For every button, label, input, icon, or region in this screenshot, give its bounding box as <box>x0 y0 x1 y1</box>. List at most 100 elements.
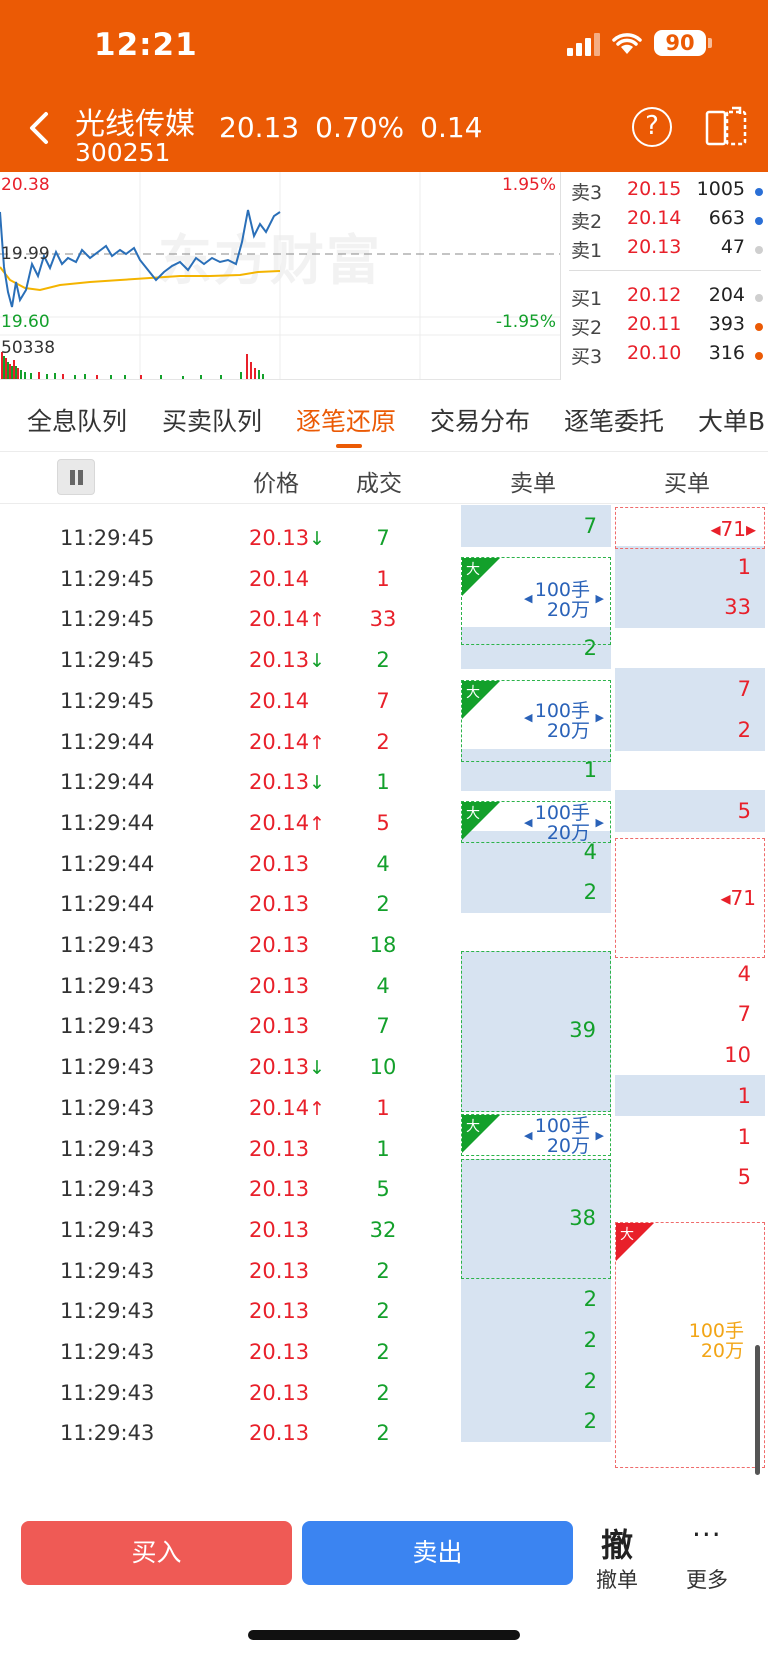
trade-volume: 1 <box>376 770 390 795</box>
trade-volume: 2 <box>376 1299 390 1324</box>
signal-icon <box>567 32 600 56</box>
sell-big-order-block[interactable]: 大 ◀ 100手 20万 ▶ <box>461 680 611 762</box>
tab-bar: 全息队列 买卖队列 逐笔还原 交易分布 逐笔委托 大单B <box>0 380 768 452</box>
active-tab-indicator <box>336 444 362 448</box>
trade-price: 20.13 <box>249 974 309 998</box>
trade-direction-icon: ↓ <box>309 772 326 795</box>
trade-price: 20.13 <box>249 1340 309 1364</box>
buy-big-order-block[interactable]: 大 100手 20万 <box>615 1222 765 1468</box>
sell-button[interactable]: 卖出 <box>302 1521 573 1585</box>
trade-time: 11:29:43 <box>60 933 155 957</box>
trade-direction-icon: ↑ <box>309 1097 326 1120</box>
stock-name: 光线传媒 <box>75 107 195 142</box>
depth-volume: 316 <box>708 342 745 364</box>
tab-tick-orders[interactable]: 逐笔委托 <box>564 402 664 438</box>
trade-price-value: 20.13 <box>249 770 310 795</box>
trade-volume: 2 <box>376 1258 390 1283</box>
trade-direction-icon: ↑ <box>309 812 326 835</box>
table-row: 11:29:43 20.13 2 <box>0 1410 460 1453</box>
buy-order-cell[interactable]: 7 <box>615 993 765 1036</box>
buy-order-cell[interactable]: 4 <box>615 952 765 995</box>
tab-tick-restore[interactable]: 逐笔还原 <box>296 402 396 438</box>
big-order-hand: 100手 <box>534 802 590 824</box>
more-icon[interactable]: ··· <box>692 1518 722 1551</box>
tab-big-orders[interactable]: 大单B <box>698 402 765 438</box>
trade-price-value: 20.13 <box>249 1055 310 1080</box>
sell-order-cell[interactable]: 7 <box>461 505 611 547</box>
buy-order-cell[interactable]: 2 <box>615 708 765 751</box>
trade-time: 11:29:43 <box>60 973 155 998</box>
screen-switch-icon[interactable] <box>704 106 748 148</box>
buy-order-cell[interactable]: 10 <box>615 1034 765 1077</box>
table-row: 11:29:45 20.13↓ 7 <box>0 515 460 558</box>
buy-order-cell[interactable]: 33 <box>615 586 765 629</box>
buy-linked-order[interactable]: ◂71 <box>615 838 765 958</box>
buy-link-value: 71 <box>730 886 756 910</box>
intraday-chart[interactable]: 东方财富 20.38 19.99 19.60 1.95% -1.95% 5033… <box>0 172 560 380</box>
trade-price: 20.13 <box>249 1014 309 1038</box>
big-order-tag: 大 <box>466 685 480 701</box>
scrollbar[interactable] <box>755 1345 760 1475</box>
big-order-tag: 大 <box>466 562 480 578</box>
trade-time: 11:29:45 <box>60 688 155 713</box>
trade-time: 11:29:45 <box>60 526 155 550</box>
depth-buy-2: 买2 20.11 393 <box>561 313 768 343</box>
pause-button[interactable] <box>57 459 95 495</box>
buy-linked-order[interactable]: ◂71▸ <box>615 507 765 549</box>
trade-time: 11:29:44 <box>60 892 155 917</box>
sell-big-order-block[interactable]: 大 ◀ 100手 20万 ▶ <box>461 557 611 645</box>
trade-direction-icon: ↓ <box>309 1057 326 1080</box>
buy-order-cell[interactable]: 1 <box>615 1074 765 1117</box>
chart-high-price: 20.38 <box>1 175 50 195</box>
buy-order-cell[interactable]: 1 <box>615 1115 765 1158</box>
buy-button[interactable]: 买入 <box>21 1521 292 1585</box>
sell-order-cell[interactable]: 2 <box>461 1319 611 1361</box>
sell-big-order-block[interactable]: 大 ◀ 100手 20万 ▶ <box>461 1114 611 1156</box>
sell-order-cell[interactable]: 2 <box>461 1278 611 1321</box>
triangle-right-icon: ▶ <box>595 1129 604 1142</box>
sell-merged-order[interactable]: 39 <box>461 951 611 1112</box>
trade-time: 11:29:45 <box>60 566 155 591</box>
sell-order-cell[interactable]: 2 <box>461 871 611 914</box>
trade-volume: 2 <box>376 1421 390 1446</box>
trade-price-value: 20.13 <box>249 1014 310 1039</box>
table-row: 11:29:43 20.14↑ 1 <box>0 1085 460 1128</box>
trade-volume: 5 <box>376 810 390 835</box>
sell-merged-order[interactable]: 38 <box>461 1159 611 1279</box>
stock-price: 20.13 <box>219 111 300 144</box>
back-icon[interactable] <box>22 108 56 148</box>
triangle-left-icon: ◀ <box>524 1129 533 1142</box>
trade-price-value: 20.13 <box>249 1177 310 1202</box>
tab-trade-distribution[interactable]: 交易分布 <box>430 402 530 438</box>
trade-list[interactable]: 11:29:45 20.13↓ 7 7 11:29:45 20.14 1 1 11:29:45 2… <box>0 504 768 1508</box>
depth-dot <box>755 294 763 302</box>
buy-order-cell[interactable]: 5 <box>615 1156 765 1199</box>
table-row: 11:29:43 20.13 2 <box>0 1248 460 1291</box>
sell-order-cell[interactable]: 2 <box>461 1400 611 1443</box>
trade-volume: 5 <box>376 1177 390 1202</box>
tab-buysell-queue[interactable]: 买卖队列 <box>162 402 262 438</box>
cancel-order-label[interactable]: 撤单 <box>596 1564 638 1594</box>
sell-big-order-block[interactable]: 大 ◀ 100手 20万 ▶ <box>461 801 611 843</box>
buy-order-cell[interactable]: 7 <box>615 667 765 710</box>
sell-order-cell[interactable]: 2 <box>461 1359 611 1402</box>
depth-buy-1: 买1 20.12 204 <box>561 284 768 314</box>
table-row: 11:29:44 20.13 4 <box>0 841 460 884</box>
cancel-order-icon[interactable]: 撤 <box>601 1520 633 1566</box>
big-order-amount: 20万 <box>700 1340 744 1362</box>
table-row: 11:29:43 20.13 32 <box>0 1207 460 1250</box>
buy-order-cell[interactable]: 1 <box>615 545 765 588</box>
tab-quanxi-queue[interactable]: 全息队列 <box>27 402 127 438</box>
trade-price: 20.13↓ <box>249 648 325 672</box>
stock-change: 0.14 <box>420 111 483 144</box>
trade-price: 20.13 <box>249 1421 309 1445</box>
triangle-left-icon: ◀ <box>524 711 533 724</box>
trade-price: 20.14↑ <box>249 1096 325 1120</box>
more-label[interactable]: 更多 <box>686 1564 728 1594</box>
trade-time: 11:29:43 <box>60 1055 155 1080</box>
trade-price-value: 20.14 <box>249 566 310 591</box>
col-sell-order: 卖单 <box>510 471 556 497</box>
question-circle-icon[interactable]: ? <box>632 107 672 147</box>
buy-order-cell[interactable]: 5 <box>615 789 765 832</box>
depth-volume: 663 <box>708 207 745 229</box>
